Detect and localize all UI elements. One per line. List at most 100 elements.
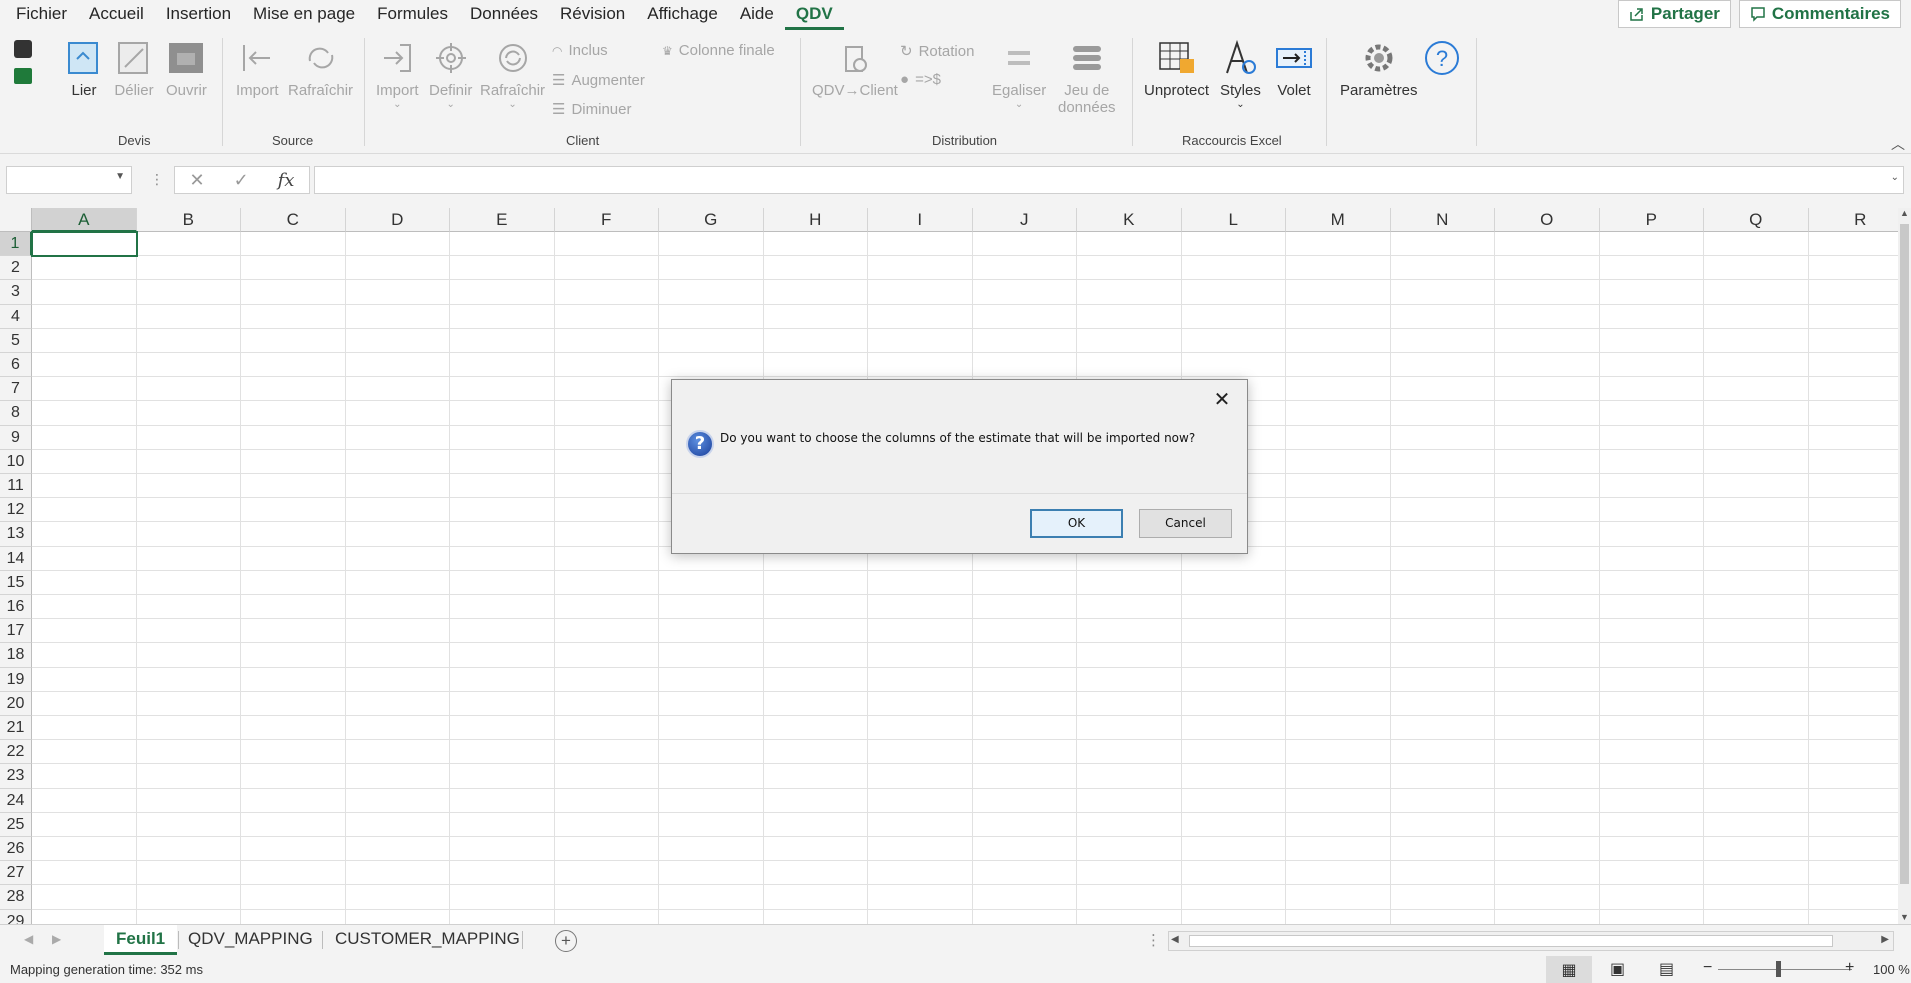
column-header[interactable]: O <box>1495 208 1600 232</box>
column-header[interactable]: C <box>241 208 346 232</box>
client-import-button[interactable]: Import ⌄ <box>376 38 419 110</box>
column-header[interactable]: Q <box>1704 208 1809 232</box>
source-import-button[interactable]: Import <box>236 38 279 99</box>
cancel-x-icon[interactable]: ✕ <box>189 170 204 191</box>
zoom-level[interactable]: 100 % <box>1873 962 1910 977</box>
vertical-scrollbar[interactable]: ▲ ▼ <box>1898 208 1911 924</box>
tab-feuil1[interactable]: Feuil1 <box>104 925 178 955</box>
drag-handle-icon[interactable]: ⋮ <box>1146 931 1161 949</box>
row-header[interactable]: 27 <box>0 861 32 886</box>
jeu-de-donnees-button[interactable]: Jeu de données <box>1058 38 1116 116</box>
menu-qdv[interactable]: QDV <box>784 0 844 30</box>
insert-function-icon[interactable]: fx <box>278 170 295 191</box>
cancel-button[interactable]: Cancel <box>1139 509 1232 538</box>
menu-formules[interactable]: Formules <box>366 0 459 30</box>
lier-button[interactable]: Lier <box>64 38 104 99</box>
column-header[interactable]: A <box>32 208 137 232</box>
augmenter-button[interactable]: ☰ Augmenter <box>552 71 645 90</box>
menu-affichage[interactable]: Affichage <box>636 0 729 30</box>
row-header[interactable]: 8 <box>0 401 32 426</box>
row-header[interactable]: 13 <box>0 522 32 547</box>
row-header[interactable]: 2 <box>0 256 32 281</box>
zoom-out-icon[interactable]: − <box>1703 959 1712 977</box>
menu-fichier[interactable]: Fichier <box>5 0 78 30</box>
add-sheet-button[interactable]: + <box>555 930 577 952</box>
definir-button[interactable]: Definir ⌄ <box>429 38 472 110</box>
enter-check-icon[interactable]: ✓ <box>234 170 249 191</box>
column-header[interactable]: R <box>1808 208 1898 232</box>
spreadsheet-grid[interactable]: A B C D E F G H I J K L M N O P Q R 1 2 3 4 5 6 7 8 9 10 11 12 13 14 15 1… <box>0 208 1898 924</box>
row-header[interactable]: 18 <box>0 643 32 668</box>
menu-donnees[interactable]: Données <box>459 0 549 30</box>
row-header[interactable]: 15 <box>0 570 32 595</box>
inclus-button[interactable]: ◠ Inclus <box>552 42 608 59</box>
name-box[interactable]: ▼ <box>6 166 132 194</box>
scroll-left-icon[interactable]: ◀ <box>1171 934 1179 945</box>
column-header[interactable]: D <box>345 208 450 232</box>
column-header[interactable]: F <box>554 208 659 232</box>
row-header[interactable]: 28 <box>0 885 32 910</box>
row-header[interactable]: 22 <box>0 740 32 765</box>
column-header[interactable]: L <box>1181 208 1286 232</box>
scroll-up-icon[interactable]: ▲ <box>1898 208 1911 218</box>
row-header[interactable]: 7 <box>0 377 32 402</box>
row-header[interactable]: 10 <box>0 449 32 474</box>
column-header[interactable]: K <box>1077 208 1182 232</box>
row-header[interactable]: 1 <box>0 232 32 257</box>
menu-aide[interactable]: Aide <box>729 0 785 30</box>
row-header[interactable]: 19 <box>0 667 32 692</box>
row-header[interactable]: 29 <box>0 909 32 924</box>
page-break-icon[interactable]: ▤ <box>1659 959 1674 979</box>
source-refresh-button[interactable]: Rafraîchir <box>288 38 353 99</box>
active-cell[interactable] <box>31 231 138 258</box>
row-header[interactable]: 4 <box>0 304 32 329</box>
row-header[interactable]: 11 <box>0 474 32 499</box>
chart-mini-icon[interactable] <box>14 68 32 84</box>
scroll-right-icon[interactable]: ▶ <box>1881 934 1889 945</box>
row-header[interactable]: 14 <box>0 546 32 571</box>
row-header[interactable]: 20 <box>0 691 32 716</box>
row-header[interactable]: 9 <box>0 425 32 450</box>
zoom-slider[interactable] <box>1718 969 1852 970</box>
page-layout-icon[interactable]: ▣ <box>1610 959 1625 979</box>
drag-handle-icon[interactable]: ⋮ <box>150 171 164 188</box>
colonne-finale-button[interactable]: ♛ Colonne finale <box>662 42 775 59</box>
row-header[interactable]: 6 <box>0 353 32 378</box>
row-header[interactable]: 16 <box>0 595 32 620</box>
row-header[interactable]: 12 <box>0 498 32 523</box>
rotation-button[interactable]: ↻ Rotation <box>900 42 974 61</box>
row-header[interactable]: 5 <box>0 328 32 353</box>
menu-accueil[interactable]: Accueil <box>78 0 155 30</box>
column-header[interactable]: I <box>868 208 973 232</box>
row-header[interactable]: 3 <box>0 280 32 305</box>
column-header[interactable]: P <box>1599 208 1704 232</box>
column-header[interactable]: J <box>972 208 1077 232</box>
scroll-down-icon[interactable]: ▼ <box>1898 912 1911 922</box>
select-all-corner[interactable] <box>0 208 32 232</box>
row-header[interactable]: 24 <box>0 788 32 813</box>
zoom-thumb[interactable] <box>1776 961 1781 977</box>
eq-dollar-button[interactable]: ● =>$ <box>900 71 941 88</box>
tab-customer-mapping[interactable]: CUSTOMER_MAPPING <box>323 925 532 955</box>
unprotect-button[interactable]: Unprotect <box>1144 38 1209 99</box>
egaliser-button[interactable]: Egaliser ⌄ <box>992 38 1046 110</box>
column-header[interactable]: N <box>1390 208 1495 232</box>
tab-qdv-mapping[interactable]: QDV_MAPPING <box>176 925 325 955</box>
row-header[interactable]: 26 <box>0 837 32 862</box>
collapse-ribbon-icon[interactable]: ︿ <box>1891 134 1905 154</box>
column-header[interactable]: H <box>763 208 868 232</box>
horizontal-scrollbar[interactable]: ◀ ▶ <box>1168 931 1894 951</box>
row-header[interactable]: 17 <box>0 619 32 644</box>
ok-button[interactable]: OK <box>1030 509 1123 538</box>
row-header[interactable]: 23 <box>0 764 32 789</box>
formula-input[interactable]: ⌄ <box>314 166 1904 194</box>
styles-button[interactable]: Styles ⌄ <box>1220 38 1261 110</box>
qdv-client-button[interactable]: QDV→Client <box>812 38 898 99</box>
menu-insertion[interactable]: Insertion <box>155 0 242 30</box>
cube-icon[interactable] <box>14 40 32 58</box>
expand-formula-icon[interactable]: ⌄ <box>1891 172 1899 183</box>
menu-mise-en-page[interactable]: Mise en page <box>242 0 366 30</box>
zoom-in-icon[interactable]: + <box>1845 959 1854 977</box>
menu-revision[interactable]: Révision <box>549 0 636 30</box>
delier-button[interactable]: Délier <box>114 38 154 99</box>
